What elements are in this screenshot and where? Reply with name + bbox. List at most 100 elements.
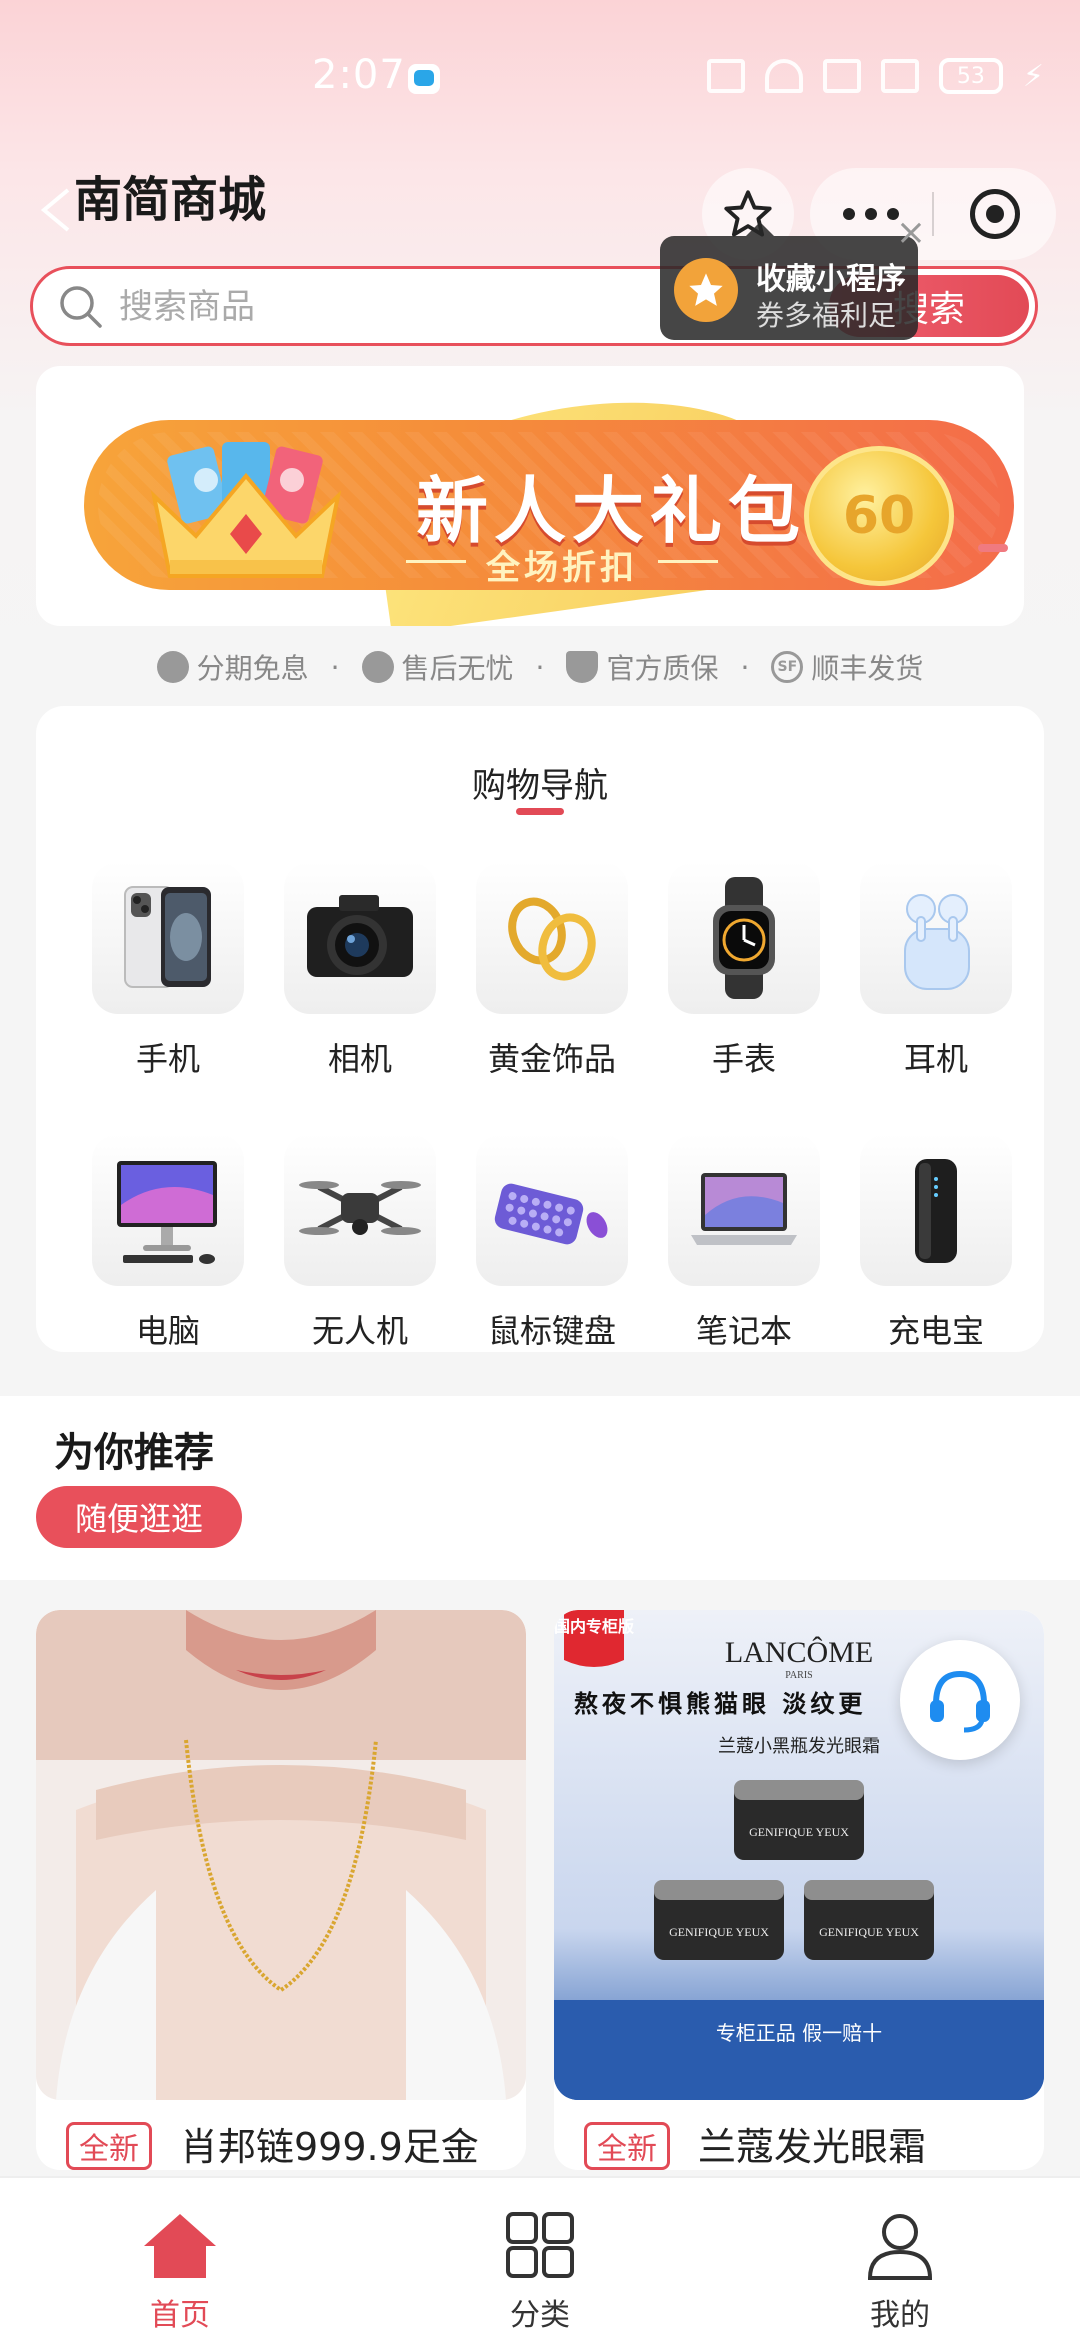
new-badge: 全新 bbox=[66, 2122, 152, 2170]
category-camera[interactable]: 相机 bbox=[264, 862, 456, 1080]
status-time: 2:07 bbox=[312, 52, 406, 98]
category-mouse-keyboard[interactable]: 鼠标键盘 bbox=[456, 1134, 648, 1352]
tooltip-close-icon[interactable]: × bbox=[896, 212, 926, 253]
shield-icon bbox=[566, 651, 599, 683]
battery-icon: 53 bbox=[938, 58, 1003, 94]
category-label: 电脑 bbox=[135, 1312, 200, 1350]
search-input[interactable] bbox=[119, 275, 719, 339]
category-drone[interactable]: 无人机 bbox=[264, 1134, 456, 1352]
category-label: 鼠标键盘 bbox=[487, 1312, 616, 1350]
status-icons: 53 ⚡ bbox=[706, 58, 1044, 94]
service-icon bbox=[361, 651, 394, 683]
category-label: 笔记本 bbox=[695, 1312, 792, 1350]
guarantee-label: 顺丰发货 bbox=[811, 652, 924, 685]
back-icon[interactable] bbox=[36, 186, 76, 234]
category-phone[interactable]: 手机 bbox=[72, 862, 264, 1080]
nav-title-underline bbox=[516, 808, 564, 815]
category-label: 手机 bbox=[135, 1040, 200, 1078]
drone-icon bbox=[284, 1134, 436, 1286]
browse-tag-button[interactable]: 随便逛逛 bbox=[36, 1486, 242, 1548]
more-dot bbox=[843, 208, 855, 220]
customer-service-button[interactable] bbox=[900, 1640, 1020, 1760]
tab-label: 首页 bbox=[150, 2298, 210, 2333]
service-guarantees: 分期免息 · 售后无忧 · 官方质保 · SF 顺丰发货 bbox=[0, 642, 1080, 692]
bottom-tab-bar: 首页 分类 我的 bbox=[0, 2176, 1080, 2340]
category-label: 充电宝 bbox=[887, 1312, 984, 1350]
laptop-icon bbox=[668, 1134, 820, 1286]
search-icon bbox=[60, 286, 102, 328]
product-line-text: 兰蔻小黑瓶发光眼霜 bbox=[718, 1736, 880, 1757]
jar-label: GENIFIQUE YEUX bbox=[669, 1925, 769, 1939]
product-image-gold-chain bbox=[36, 1610, 526, 2100]
recommend-section: 为你推荐 随便逛逛 bbox=[0, 1396, 1080, 1580]
guarantee-label: 分期免息 bbox=[196, 652, 309, 685]
page-title: 南简商城 bbox=[74, 172, 267, 228]
category-label: 相机 bbox=[327, 1040, 392, 1078]
guarantee-label: 官方质保 bbox=[606, 652, 719, 685]
target-icon bbox=[970, 189, 1020, 239]
guarantee-item: 官方质保 bbox=[566, 647, 718, 687]
category-earphones[interactable]: 耳机 bbox=[840, 862, 1032, 1080]
category-label: 手表 bbox=[711, 1040, 776, 1078]
status-bar: 2:07 53 ⚡ bbox=[0, 0, 1080, 160]
new-badge: 全新 bbox=[584, 2122, 670, 2170]
wifi-icon bbox=[764, 59, 803, 93]
headline-text: 熬夜不惧熊猫眼 淡纹更 bbox=[574, 1690, 866, 1718]
gold-ring-icon bbox=[476, 862, 628, 1014]
brand-text: LANCÔME bbox=[725, 1636, 873, 1669]
message-notification-icon bbox=[408, 64, 440, 94]
tab-label: 我的 bbox=[870, 2298, 930, 2333]
footer-text: 专柜正品 假一赔十 bbox=[716, 2021, 882, 2045]
camera-icon bbox=[284, 862, 436, 1014]
promo-banner[interactable]: 新人大礼包 全场折扣 60 bbox=[36, 366, 1024, 626]
favorite-tooltip[interactable]: 收藏小程序 券多福利足 × bbox=[660, 212, 926, 340]
shopping-nav-card: 购物导航 手机 相机 黄金饰品 手表 耳机 电脑 无人机 鼠标键盘 笔记本 充电… bbox=[36, 706, 1044, 1352]
jar-label: GENIFIQUE YEUX bbox=[749, 1825, 849, 1839]
tab-profile[interactable]: 我的 bbox=[720, 2178, 1080, 2340]
charging-icon: ⚡ bbox=[1022, 58, 1044, 94]
category-laptop[interactable]: 笔记本 bbox=[648, 1134, 840, 1352]
desktop-icon bbox=[92, 1134, 244, 1286]
home-icon bbox=[144, 2214, 216, 2278]
signal-icon-2 bbox=[880, 59, 919, 93]
category-label: 耳机 bbox=[903, 1040, 968, 1078]
corner-label: 国内专柜版 bbox=[554, 1617, 634, 1636]
tooltip-subtitle: 券多福利足 bbox=[756, 299, 897, 332]
product-name: 兰蔻发光眼霜 bbox=[698, 2125, 927, 2169]
installment-icon bbox=[156, 651, 189, 683]
tab-home[interactable]: 首页 bbox=[0, 2178, 360, 2340]
sf-express-icon: SF bbox=[771, 651, 804, 683]
banner-subtitle: 全场折扣 bbox=[406, 540, 718, 589]
category-computer[interactable]: 电脑 bbox=[72, 1134, 264, 1352]
grid-icon bbox=[506, 2212, 574, 2278]
earbuds-icon bbox=[860, 862, 1012, 1014]
category-label: 无人机 bbox=[311, 1312, 408, 1350]
close-miniprogram-button[interactable] bbox=[934, 168, 1056, 260]
guarantee-item: 分期免息 bbox=[156, 647, 309, 687]
nav-title: 购物导航 bbox=[472, 766, 608, 806]
recommend-title: 为你推荐 bbox=[54, 1430, 214, 1476]
coupon-coin: 60 bbox=[804, 446, 954, 586]
separator-dot: · bbox=[535, 650, 545, 684]
category-power-bank[interactable]: 充电宝 bbox=[840, 1134, 1032, 1352]
product-card[interactable]: 全新 肖邦链999.9足金 bbox=[36, 1610, 526, 2170]
tab-category[interactable]: 分类 bbox=[360, 2178, 720, 2340]
separator-dot: · bbox=[740, 650, 750, 684]
phone-icon bbox=[92, 862, 244, 1014]
guarantee-label: 售后无忧 bbox=[401, 652, 514, 685]
category-watch[interactable]: 手表 bbox=[648, 862, 840, 1080]
category-label: 黄金饰品 bbox=[487, 1040, 616, 1078]
category-gold-jewelry[interactable]: 黄金饰品 bbox=[456, 862, 648, 1080]
powerbank-icon bbox=[860, 1134, 1012, 1286]
user-icon bbox=[867, 2214, 933, 2280]
banner-indicator bbox=[978, 544, 1008, 552]
guarantee-item: SF 顺丰发货 bbox=[771, 647, 923, 687]
crown-icon bbox=[150, 442, 342, 578]
tab-label: 分类 bbox=[510, 2298, 570, 2333]
keyboard-icon bbox=[476, 1134, 628, 1286]
watch-icon bbox=[668, 862, 820, 1014]
signal-icon bbox=[822, 59, 861, 93]
city-text: PARIS bbox=[785, 1670, 812, 1681]
category-grid: 手机 相机 黄金饰品 手表 耳机 电脑 无人机 鼠标键盘 笔记本 充电宝 bbox=[72, 862, 1032, 1352]
headset-icon bbox=[930, 1670, 990, 1733]
